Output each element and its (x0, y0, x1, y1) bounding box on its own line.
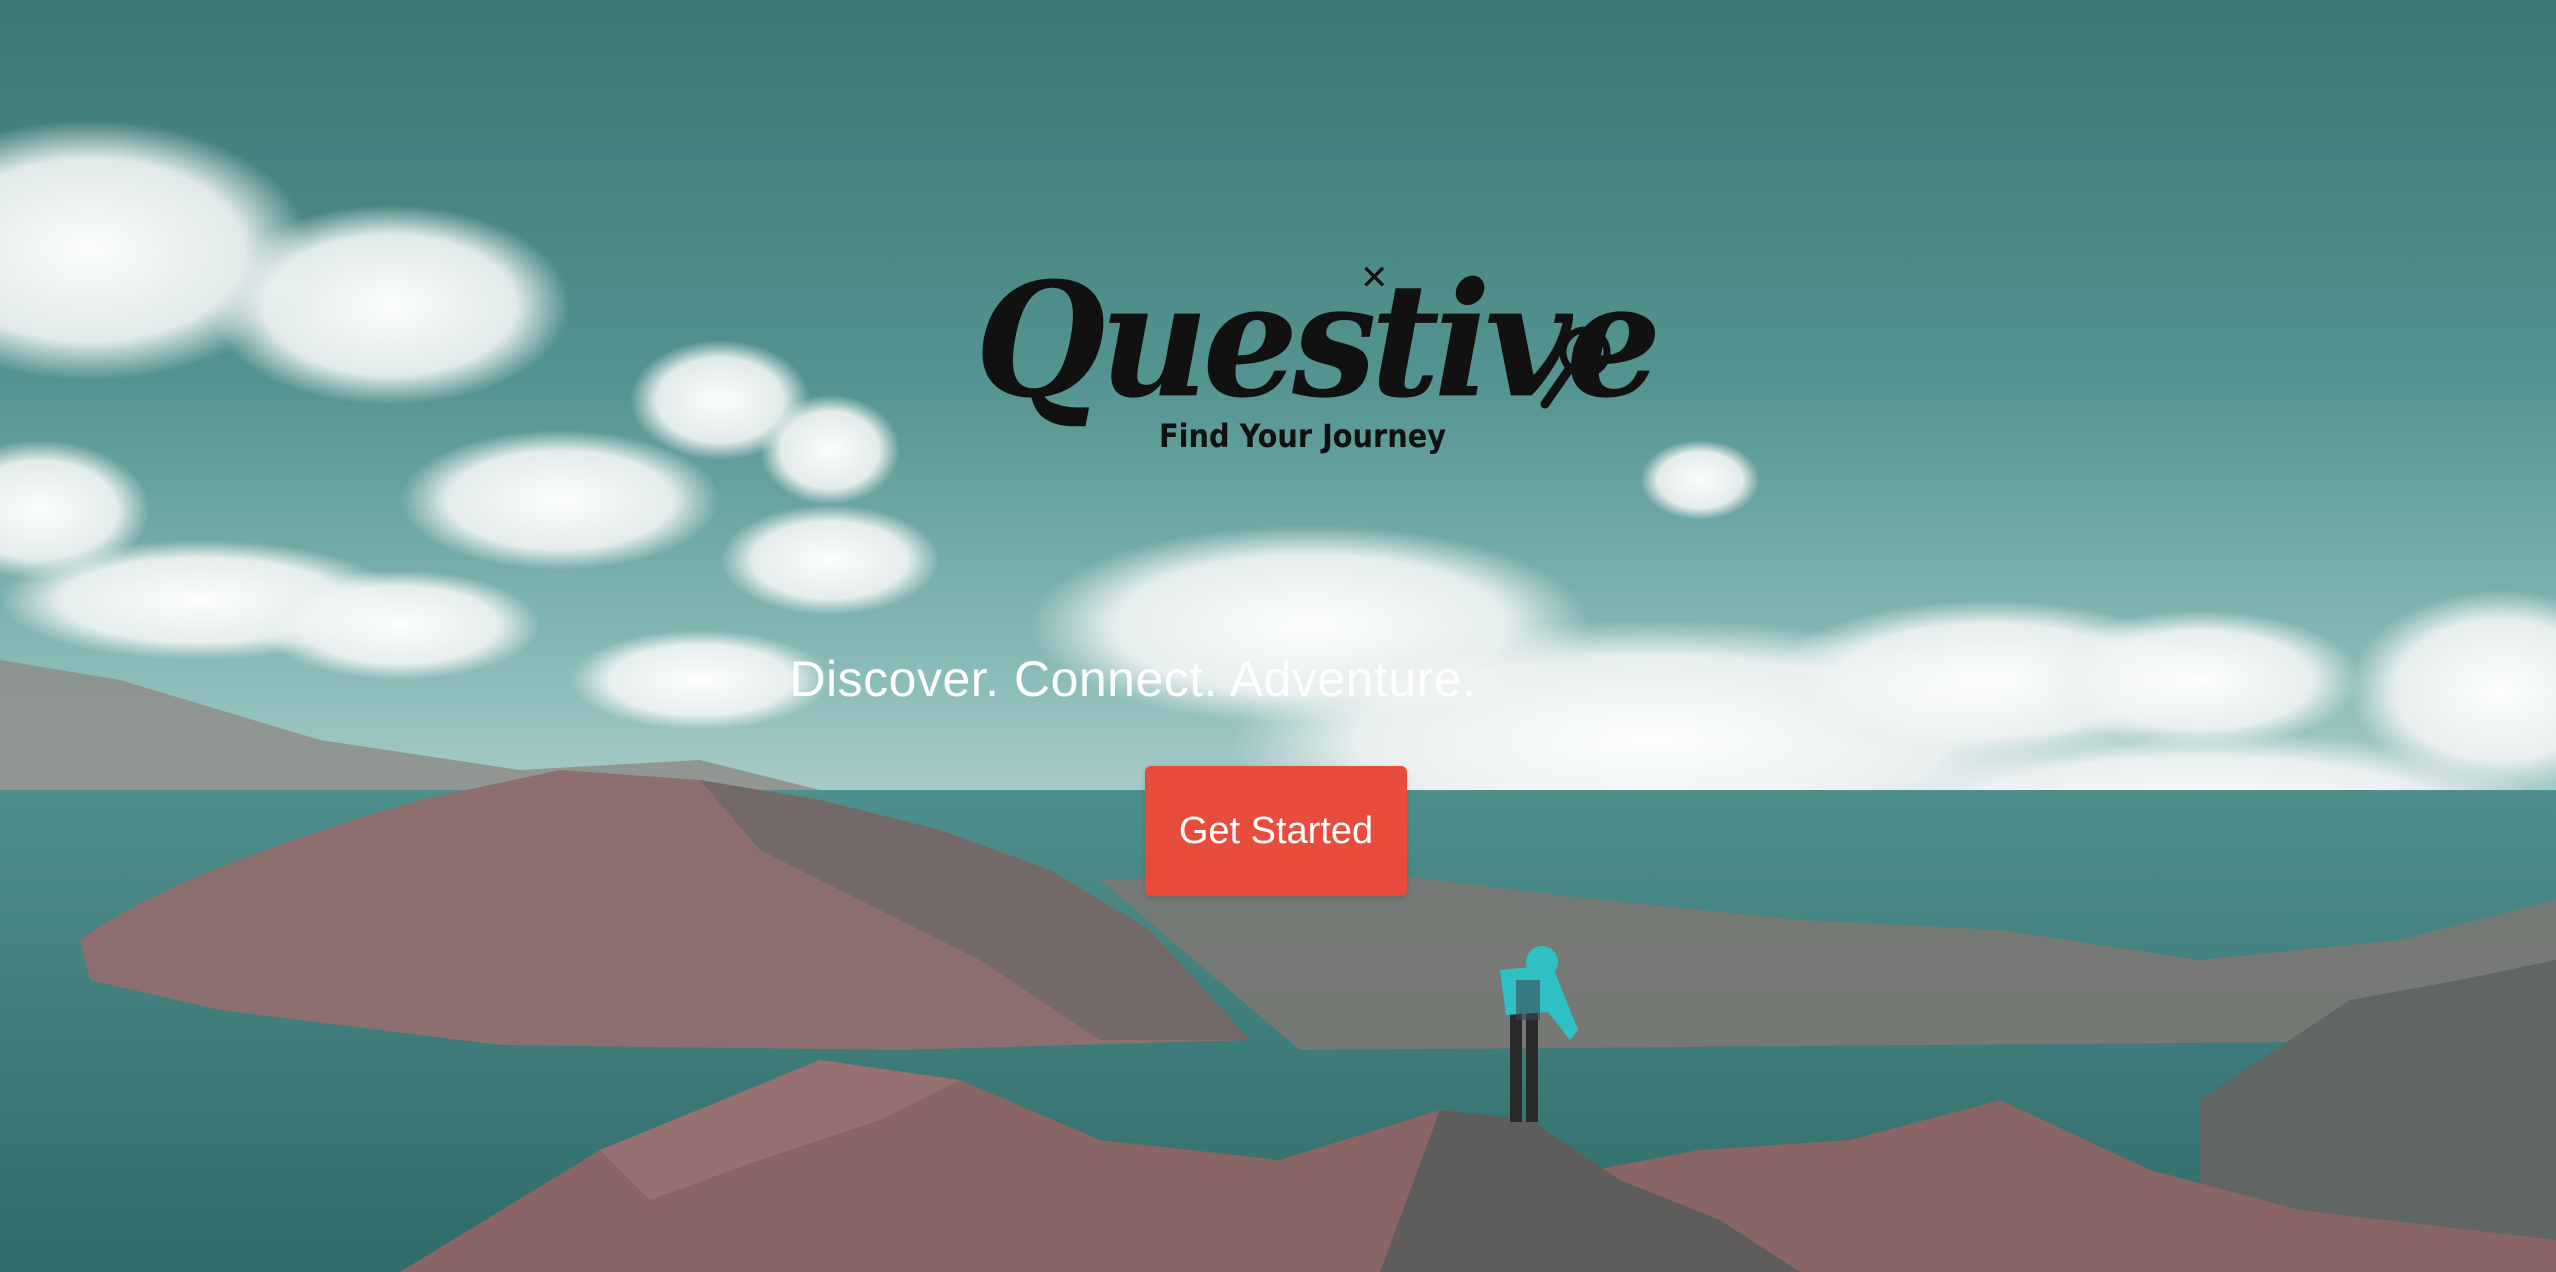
logo-tagline: Find Your Journey (1159, 417, 1447, 455)
magnifying-glass-icon (1540, 326, 1611, 409)
hero-background-image (0, 0, 2556, 1272)
get-started-button[interactable]: Get Started (1145, 766, 1407, 896)
hero-section: Questive ✕ Find Your Journey Discover. C… (0, 0, 2556, 1272)
questive-logo[interactable]: Questive ✕ Find Your Journey (975, 258, 1661, 462)
hero-headline: Discover. Connect. Adventure. (789, 651, 1477, 707)
logo-x-mark: ✕ (1360, 258, 1389, 298)
